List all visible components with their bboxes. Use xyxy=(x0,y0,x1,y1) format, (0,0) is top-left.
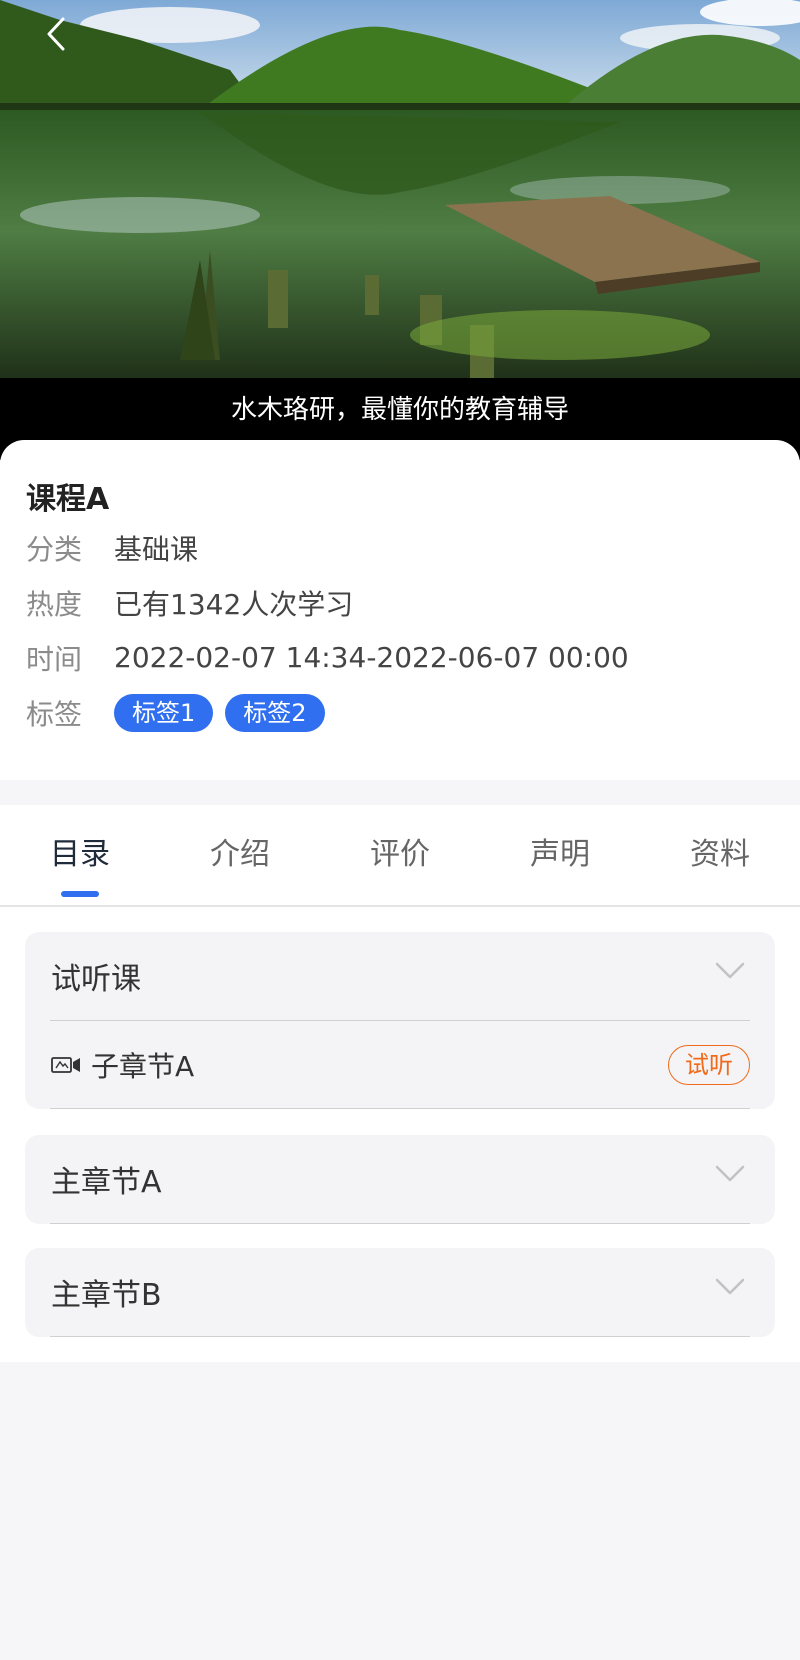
section-header[interactable]: 主章节A xyxy=(25,1135,775,1223)
divider xyxy=(50,1108,750,1109)
catalog-section: 主章节B xyxy=(25,1248,775,1337)
chapter-title: 子章节A xyxy=(91,1049,195,1083)
info-label: 标签 xyxy=(26,697,83,731)
course-title: 课程A xyxy=(26,482,110,517)
info-row-tags: 标签 标签1 标签2 xyxy=(26,685,774,740)
info-label: 热度 xyxy=(26,587,83,621)
section-title: 主章节A xyxy=(51,1165,162,1200)
tab-introduction[interactable]: 介绍 xyxy=(180,835,300,875)
chevron-down-icon xyxy=(715,962,745,979)
course-info-card: 课程A 分类 基础课 热度 已有1342人次学习 时间 2022-02-07 1… xyxy=(0,440,800,780)
tab-statement[interactable]: 声明 xyxy=(500,835,620,875)
tab-bar: 目录 介绍 评价 声明 资料 xyxy=(0,805,800,907)
info-row-category: 分类 基础课 xyxy=(26,520,774,575)
section-title: 试听课 xyxy=(51,962,141,997)
active-tab-indicator xyxy=(61,891,99,897)
back-button[interactable] xyxy=(34,12,78,56)
section-header[interactable]: 主章节B xyxy=(25,1248,775,1336)
catalog-section: 试听课 子章节A 试听 xyxy=(25,932,775,1109)
section-header[interactable]: 试听课 xyxy=(25,932,775,1020)
info-label: 时间 xyxy=(26,642,83,676)
divider xyxy=(50,1223,750,1224)
banner-caption: 水木珞研，最懂你的教育辅导 xyxy=(230,395,569,425)
catalog-list: 试听课 子章节A 试听 主章节A 主章节B xyxy=(0,907,800,1362)
chevron-left-icon xyxy=(47,17,65,51)
info-row-time: 时间 2022-02-07 14:34-2022-06-07 00:00 xyxy=(26,630,774,685)
tag-badge[interactable]: 标签2 xyxy=(225,693,325,732)
category-value: 基础课 xyxy=(114,532,199,566)
info-label: 分类 xyxy=(26,532,83,566)
hero-banner: 水木珞研，最懂你的教育辅导 xyxy=(0,0,800,460)
catalog-section: 主章节A xyxy=(25,1135,775,1224)
trial-badge[interactable]: 试听 xyxy=(668,1045,750,1085)
section-title: 主章节B xyxy=(51,1278,162,1313)
tab-catalog[interactable]: 目录 xyxy=(20,835,140,875)
tag-badge[interactable]: 标签1 xyxy=(114,693,214,732)
chevron-down-icon xyxy=(715,1165,745,1182)
popularity-value: 已有1342人次学习 xyxy=(114,587,354,621)
video-icon xyxy=(51,1056,81,1074)
info-row-popularity: 热度 已有1342人次学习 xyxy=(26,575,774,630)
divider xyxy=(50,1336,750,1337)
chapter-item[interactable]: 子章节A 试听 xyxy=(25,1021,775,1108)
tab-reviews[interactable]: 评价 xyxy=(340,835,460,875)
time-value: 2022-02-07 14:34-2022-06-07 00:00 xyxy=(114,641,629,674)
chevron-down-icon xyxy=(715,1278,745,1295)
tab-materials[interactable]: 资料 xyxy=(660,835,780,875)
